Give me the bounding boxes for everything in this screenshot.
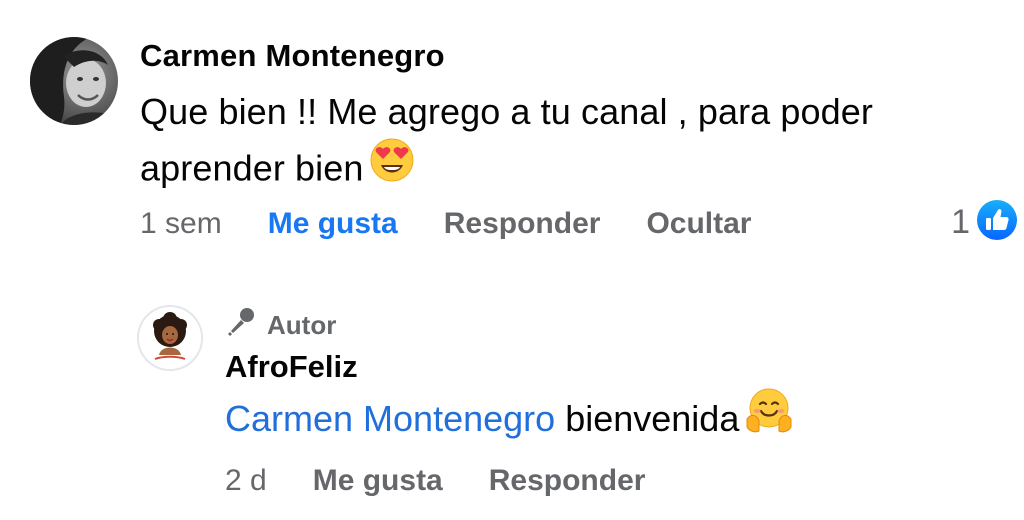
like-thumb-icon <box>976 199 1018 246</box>
author-badge: Autor <box>225 306 336 345</box>
like-button[interactable]: Me gusta <box>268 207 398 241</box>
reply-button[interactable]: Responder <box>444 207 601 241</box>
hide-button[interactable]: Ocultar <box>646 207 751 241</box>
comment-body: Que bien !! Me agrego a tu canal , para … <box>140 84 990 202</box>
reaction-count: 1 <box>951 202 970 241</box>
reply-actions: 2 d Me gusta Responder <box>225 460 691 502</box>
comment-actions: 1 sem Me gusta Responder Ocultar <box>140 202 797 246</box>
comment-timestamp[interactable]: 1 sem <box>140 207 222 241</box>
author-badge-label: Autor <box>267 310 337 340</box>
hugging-face-emoji-icon <box>745 387 793 450</box>
reply-reply-button[interactable]: Responder <box>489 464 646 498</box>
comment-text: Que bien !! Me agrego a tu canal , para … <box>140 91 873 189</box>
heart-eyes-emoji-icon <box>369 137 415 199</box>
reply-body: Carmen Montenegro bienvenida <box>225 387 793 453</box>
mention-link[interactable]: Carmen Montenegro <box>225 398 555 439</box>
microphone-icon <box>225 306 257 345</box>
reply-text: bienvenida <box>565 398 740 440</box>
reply-timestamp[interactable]: 2 d <box>225 464 267 498</box>
commenter-avatar[interactable] <box>30 37 118 125</box>
reply-like-button[interactable]: Me gusta <box>313 464 443 498</box>
reaction-summary[interactable]: 1 <box>951 198 1018 246</box>
reply-author-name[interactable]: AfroFeliz <box>225 349 358 385</box>
reply-author-avatar[interactable] <box>137 305 203 371</box>
comment-author-name[interactable]: Carmen Montenegro <box>140 38 445 74</box>
